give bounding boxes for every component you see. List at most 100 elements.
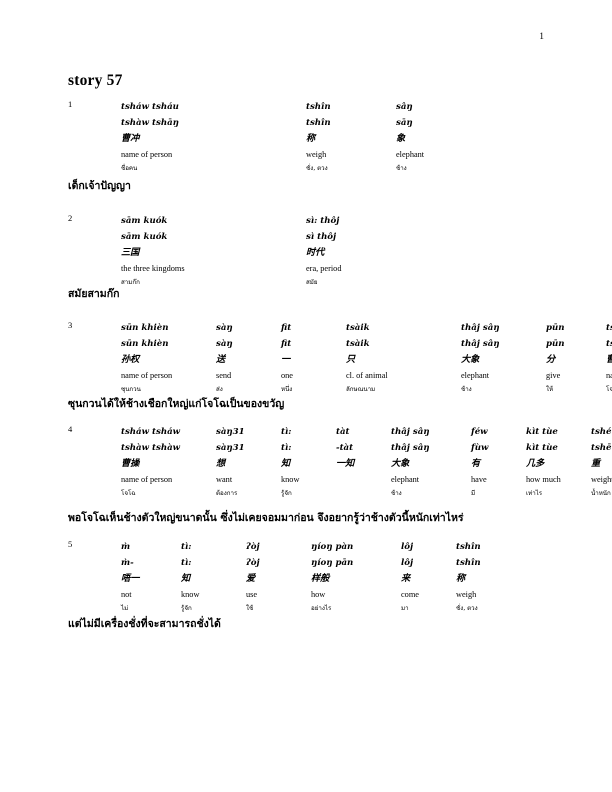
gloss-cell: sām kuók [121,231,168,242]
gloss-row-thai: ไม่ รู้จัก ใช้ อย่างไร มา ชั่ง, ตวง [121,602,536,616]
gloss-cell: tshàw tshāŋ [121,117,179,128]
gloss-cell: give [546,370,561,380]
gloss-row-hanzi: 曹冲 称 象 [121,131,486,147]
gloss-cell: รู้จัก [281,489,292,497]
free-translation-line: พอโจโฉเห็นช้างตัวใหญ่ขนาดนั้น ซึ่งไม่เคย… [68,512,464,524]
gloss-cell: féw [471,427,488,437]
gloss-cell: 知 [181,573,191,584]
gloss-cell: โจโฉ [606,385,612,393]
gloss-cell: thâj sâŋ [391,427,430,437]
gloss-block-number: 5 [68,539,73,549]
gloss-row-hanzi: 孙权 送 一 只 大象 分 曹操 [121,352,612,368]
gloss-cell: tsháw tsháu [121,102,179,112]
gloss-row-phonemic: sūn khièn sàŋ fit tsàik thâj sâŋ pūn tsháw tsh… [121,321,612,337]
gloss-cell: 象 [396,133,406,144]
gloss-cell: ชื่อคน [121,164,138,172]
gloss-row-thai: ชื่อคน ชั่ง, ตวง ช้าง [121,162,486,176]
gloss-cell: m̀ [121,542,131,552]
gloss-cell: not [121,589,132,599]
gloss-row-english: name of person want know elephant have how mu… [121,472,612,487]
gloss-cell: sàŋ [216,338,233,349]
gloss-cell: know [181,589,200,599]
gloss-cell: kìt tùe [526,427,558,437]
gloss-cell: ʔòj [246,557,260,568]
gloss-cell: sām kuók [121,216,168,226]
gloss-cell: 一 [281,354,291,365]
gloss-cell: tshéŋ [591,427,612,437]
gloss-cell: want [216,474,233,484]
gloss-cell: name of person [121,149,173,159]
free-translation-line: สมัยสามก๊ก [68,288,120,300]
gloss-row-hanzi: 三国 时代 [121,245,426,261]
gloss-cell: สมัย [306,278,318,286]
gloss-cell: สามก๊ก [121,278,140,286]
gloss-row-english: not know use how come weigh [121,587,536,602]
gloss-cell: ต้องการ [216,489,238,497]
gloss-cell: 大象 [461,354,480,365]
gloss-cell: หนึ่ง [281,385,293,393]
gloss-cell [336,487,391,501]
gloss-block-number: 3 [68,320,73,330]
page-number: 1 [539,32,544,42]
gloss-cell: ช้าง [396,164,407,172]
gloss-row-phonemic: tsháw tsháu tshîn sâŋ [121,100,486,116]
gloss-cell: ชั่ง, ตวง [306,164,328,172]
free-translation-line: แต่ไม่มีเครื่องชั่งที่จะสามารถชั่งได้ [68,618,221,630]
gloss-cell: tshēŋ [591,442,612,453]
gloss-cell: ŋíoŋ pàn [311,542,354,552]
gloss-cell: -tàt [336,442,354,453]
gloss-cell: kìt tùe [526,442,558,453]
gloss-cell: ซุนกวน [121,385,141,393]
gloss-cell: tshàw tshàw [606,338,612,349]
free-translation-line: ซุนกวนได้ให้ช้างเชือกใหญ่แก่โจโฉเป็นของข… [68,398,285,410]
document-page: 1 story 57 1 tsháw tsháu tshîn sâŋ tshàw tsh… [0,0,612,792]
gloss-row-english: the three kingdoms era, period [121,261,426,276]
gloss-cell: 大象 [391,458,410,469]
gloss-cell: 样般 [311,573,330,584]
gloss-cell: tsháw tsháw [606,323,612,333]
gloss-cell: มา [401,604,409,612]
gloss-row-hanzi: 唔一 知 爱 样般 来 称 [121,571,536,587]
gloss-cell: 时代 [306,247,325,258]
gloss-grid: sūn khièn sàŋ fit tsàik thâj sâŋ pūn tsháw tsh… [121,321,612,397]
gloss-row-phonemic: tsháw tsháw sàŋ31 tì: tàt thâj sâŋ féw kìt tùe… [121,425,612,441]
gloss-cell: 称 [456,573,466,584]
gloss-cell: 爱 [246,573,256,584]
gloss-cell: ŋíoŋ pān [311,557,354,568]
gloss-row-thai: ซุนกวน ส่ง หนึ่ง ลักษณนาม ช้าง ให้ โจโฉ [121,383,612,397]
gloss-cell: 有 [471,458,481,469]
gloss-row-phonetic: tshàw tshāŋ tshîn sāŋ [121,116,486,132]
gloss-row-phonetic: sām kuók sì thôj [121,230,426,246]
gloss-block-number: 1 [68,99,73,109]
gloss-grid: tsháw tsháw sàŋ31 tì: tàt thâj sâŋ féw kìt tùe… [121,425,612,501]
gloss-cell: sàŋ31 [216,442,245,453]
gloss-cell: sâŋ [396,102,413,112]
gloss-cell: how [311,589,326,599]
gloss-cell: 来 [401,573,411,584]
gloss-cell: 只 [346,354,356,365]
gloss-cell: tsháw tsháw [121,427,181,437]
gloss-cell: sì: thôj [306,216,340,226]
gloss-cell: elephant [461,370,490,380]
gloss-cell: ช้าง [391,489,402,497]
gloss-cell: 送 [216,354,226,365]
gloss-cell: 曹冲 [121,133,140,144]
gloss-cell: tsàik [346,338,370,349]
gloss-cell: how much [526,474,561,484]
gloss-cell: อย่างไร [311,604,332,612]
gloss-cell: name of person [121,370,173,380]
gloss-cell: use [246,589,258,599]
gloss-row-phonetic: m̀- tì: ʔòj ŋíoŋ pān lôj tshîn [121,556,536,572]
gloss-cell: pūn [546,323,565,333]
gloss-cell: ไม่ [121,604,129,612]
gloss-row-phonemic: sām kuók sì: thôj [121,214,426,230]
gloss-cell: tshîn [306,117,331,128]
gloss-cell: tshîn [306,102,331,112]
gloss-cell: ใช้ [246,604,254,612]
gloss-cell: tì: [281,442,292,453]
gloss-cell: ส่ง [216,385,223,393]
gloss-cell: the three kingdoms [121,263,185,273]
gloss-cell: thâj sâŋ [461,338,500,349]
gloss-cell: ลักษณนาม [346,385,376,393]
gloss-cell: มี [471,489,476,497]
